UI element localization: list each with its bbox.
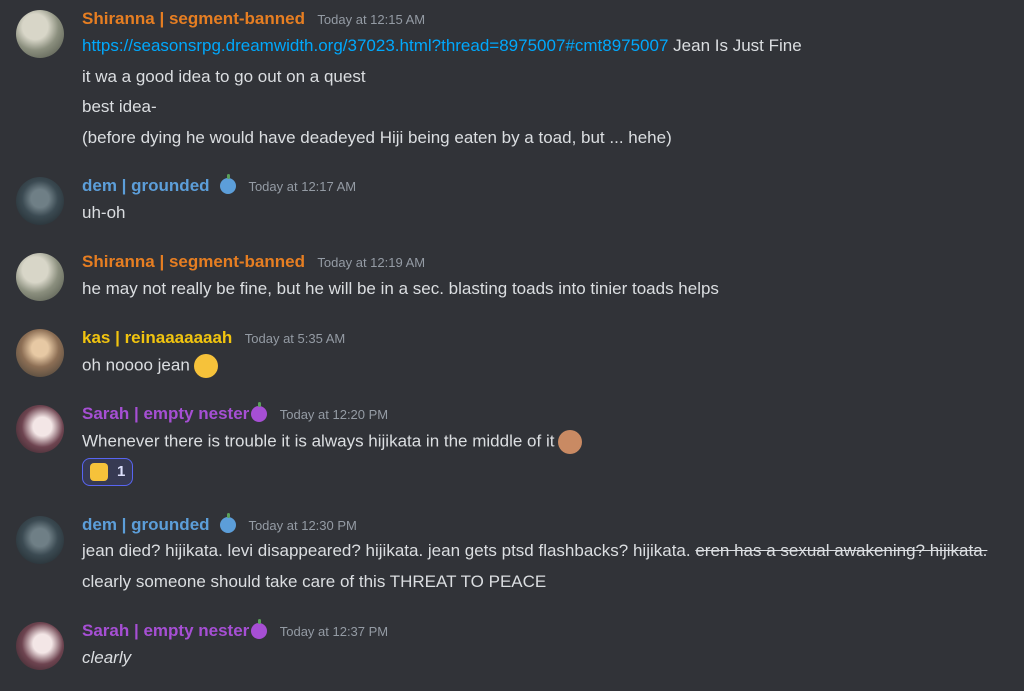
username[interactable]: Shiranna | segment-banned	[82, 252, 305, 271]
message-text: it wa a good idea to go out on a quest	[82, 67, 366, 86]
timestamp: Today at 5:35 AM	[244, 330, 346, 346]
thread-link[interactable]: https://seasonsrpg.dreamwidth.org/37023.…	[82, 36, 668, 55]
message-text: Whenever there is trouble it is always h…	[82, 430, 583, 454]
message-text: https://seasonsrpg.dreamwidth.org/37023.…	[82, 35, 802, 57]
link-trailing-text: Jean Is Just Fine	[673, 36, 802, 55]
username[interactable]: Shiranna | segment-banned	[82, 9, 305, 28]
avatar[interactable]	[16, 177, 64, 225]
message-text: (before dying he would have deadeyed Hij…	[82, 128, 672, 147]
message-text-content: Whenever there is trouble it is always h…	[82, 431, 555, 451]
purple-apple-icon	[251, 402, 268, 422]
avatar[interactable]	[16, 329, 64, 377]
message-text: clearly	[82, 648, 132, 667]
username[interactable]: Sarah | empty nester	[82, 404, 249, 423]
message-text: uh-oh	[82, 203, 126, 222]
purple-apple-icon	[251, 619, 268, 639]
message-text: clearly someone should take care of this…	[82, 572, 547, 591]
timestamp: Today at 12:37 PM	[279, 623, 389, 639]
username[interactable]: Sarah | empty nester	[82, 621, 249, 640]
blue-apple-icon	[220, 174, 236, 194]
timestamp: Today at 12:17 AM	[248, 178, 357, 194]
message-text-content: jean died? hijikata. levi disappeared? h…	[82, 541, 691, 560]
username[interactable]: dem | grounded	[82, 515, 210, 534]
username[interactable]: dem | grounded	[82, 176, 210, 195]
timestamp: Today at 12:19 AM	[317, 254, 426, 270]
timestamp: Today at 12:30 PM	[248, 517, 357, 533]
message-text: best idea-	[82, 97, 157, 116]
avatar[interactable]	[16, 622, 64, 670]
avatar[interactable]	[16, 405, 64, 453]
message-text: oh noooo jean	[82, 354, 218, 378]
avatar[interactable]	[16, 516, 64, 564]
reaction-count: 1	[117, 463, 126, 480]
speak-no-evil-monkey-emoji	[558, 430, 583, 454]
strikethrough-text: eren has a sexual awakening? hijikata.	[695, 541, 988, 560]
loudly-crying-face-emoji	[193, 354, 218, 378]
blue-apple-icon	[220, 513, 236, 533]
avatar[interactable]	[16, 253, 64, 301]
message-text: he may not really be fine, but he will b…	[82, 279, 719, 298]
point-up-hand-emoji	[90, 463, 108, 481]
username[interactable]: kas | reinaaaaaaah	[82, 328, 232, 347]
timestamp: Today at 12:15 AM	[317, 11, 426, 27]
avatar[interactable]	[16, 10, 64, 58]
message-text-content: oh noooo jean	[82, 355, 190, 375]
timestamp: Today at 12:20 PM	[279, 406, 389, 422]
message-text: jean died? hijikata. levi disappeared? h…	[82, 540, 987, 562]
reaction-button[interactable]: 1	[82, 458, 133, 486]
